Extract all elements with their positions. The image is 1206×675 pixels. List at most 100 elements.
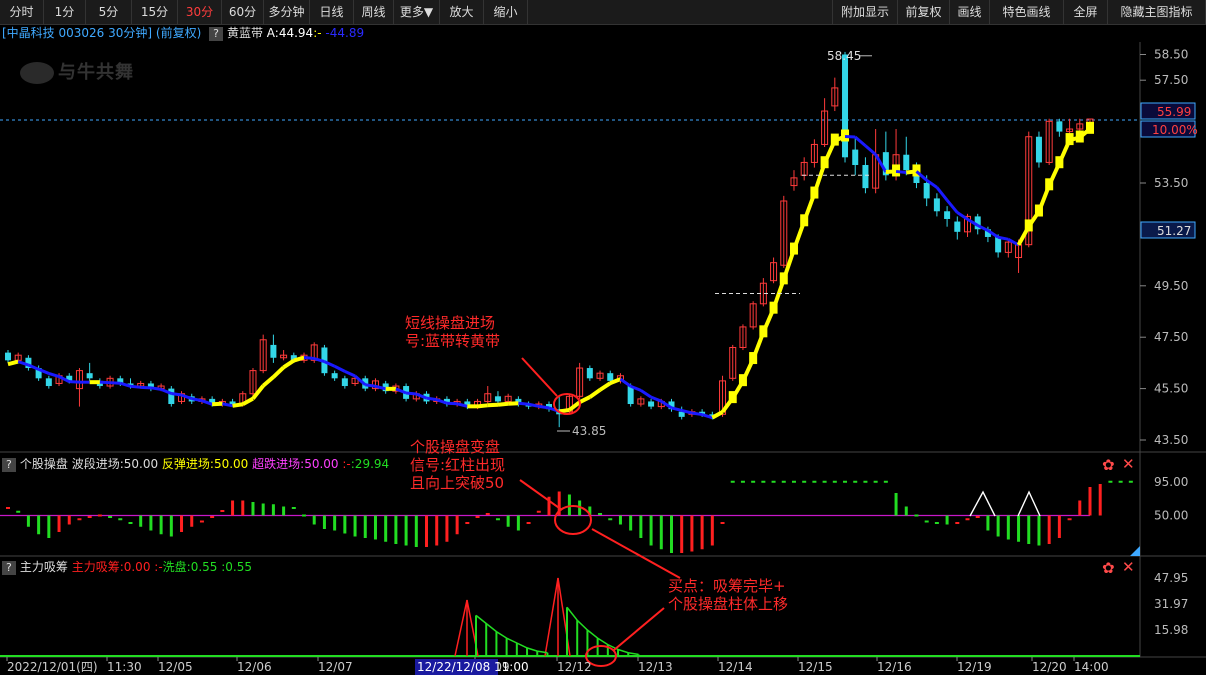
panel2-name: 个股操盘 (19, 457, 68, 471)
band-segment (130, 384, 141, 389)
band-segment (518, 401, 529, 406)
panel2-close-icon[interactable]: ✕ (1122, 455, 1135, 473)
xaxis-label: 2022/12/01(四) (7, 660, 98, 674)
band-segment (598, 381, 612, 392)
annotation-entry-signal: 短线操盘进场 号:蓝带转黄带 (405, 314, 501, 350)
current-price-label: 55.99 (1157, 105, 1191, 119)
band-segment (405, 391, 417, 396)
panel2-bar (26, 515, 30, 527)
panel2-bar (894, 493, 898, 516)
band-segment (272, 365, 285, 379)
candle-body-down (923, 183, 930, 199)
band-segment (650, 395, 662, 403)
price-tick-label: 49.50 (1154, 279, 1188, 293)
price-tick-label: 57.50 (1154, 73, 1188, 87)
price-tick-label: 47.50 (1154, 330, 1188, 344)
xaxis-label: 12/20 (1032, 660, 1067, 674)
band-segment (935, 186, 949, 202)
xaxis-label: 12/06 (237, 660, 272, 674)
band-segment (222, 402, 233, 408)
signal-ellipse (554, 505, 592, 535)
price-tick-label: 58.50 (1154, 48, 1188, 62)
candle-body-down (341, 378, 348, 387)
candle-body-down (944, 211, 951, 219)
xaxis-label: 12/14 (718, 660, 753, 674)
xaxis-label: 12/19 (957, 660, 992, 674)
panel2-wave-entry: 波段进场:50.00 (71, 457, 159, 471)
panel2-bar (904, 506, 908, 516)
panel2-bar (57, 515, 61, 532)
panel3-help-icon[interactable]: ? (2, 561, 16, 575)
panel3-value: :0.55 (221, 560, 253, 574)
candle-body-down (903, 154, 910, 171)
panel2-bar (629, 515, 633, 531)
band-segment (588, 388, 602, 399)
panel2-bar (649, 515, 653, 546)
candle-body-down (331, 373, 338, 379)
panel2-rebound-entry: 反弹进场:50.00 (161, 457, 249, 471)
band-segment (487, 402, 499, 408)
xaxis-label: 14:00 (1074, 660, 1109, 674)
watermark-logo: 与牛共舞 (20, 58, 134, 84)
panel2-dash: :- (342, 457, 351, 471)
panel2-bar (261, 503, 265, 516)
panel3-dash: :- (154, 560, 163, 574)
band-segment (578, 395, 591, 405)
candle-body-down (5, 352, 11, 361)
panel2-bar (231, 500, 235, 516)
price-tick-label: 53.50 (1154, 176, 1188, 190)
annotation-arrow (591, 528, 681, 579)
panel3-close-icon[interactable]: ✕ (1122, 558, 1135, 576)
panel2-bar (353, 515, 357, 537)
panel2-bar (37, 515, 41, 535)
band-segment (140, 385, 151, 390)
band-segment (261, 375, 275, 388)
panel2-peak (1017, 490, 1041, 517)
panel3-tick: 47.95 (1154, 571, 1188, 585)
resize-corner-icon (1130, 546, 1140, 556)
panel2-bar (1098, 484, 1102, 516)
panel3-tick: 31.97 (1154, 597, 1188, 611)
band-segment (640, 389, 652, 399)
annotation-arrow (519, 479, 563, 511)
band-segment (241, 396, 254, 407)
panel2-bar (506, 515, 510, 527)
band-segment (477, 403, 488, 409)
panel3-settings-icon[interactable]: ✿ (1102, 559, 1115, 577)
band-segment (945, 199, 959, 214)
panel2-bar (271, 504, 275, 516)
band-segment (895, 169, 907, 174)
panel2-bar (180, 515, 184, 532)
band-segment (671, 406, 683, 412)
candle-body-down (45, 378, 52, 387)
panel2-bar (190, 515, 194, 527)
price-tick-label: 45.50 (1154, 382, 1188, 396)
panel2-bar (1017, 515, 1021, 542)
band-segment (27, 363, 40, 371)
candle-body-down (648, 401, 655, 407)
panel2-bar (282, 506, 286, 516)
bull-logo-icon (20, 62, 54, 84)
candle-body-down (862, 165, 869, 189)
panel2-value: :29.94 (350, 457, 390, 471)
band-segment (99, 380, 111, 385)
band-block (1086, 121, 1094, 134)
panel2-bar (149, 515, 153, 531)
panel2-tick: 50.00 (1154, 509, 1188, 523)
candle-body-down (86, 373, 93, 379)
band-segment (426, 396, 437, 402)
panel2-bar (241, 500, 245, 516)
band-segment (171, 391, 182, 397)
band-segment (619, 377, 632, 388)
panel2-help-icon[interactable]: ? (2, 458, 16, 472)
annotation-buy-point: 买点：吸筹完毕+ 个股操盘柱体上移 (668, 577, 789, 613)
band-segment (956, 211, 969, 221)
band-segment (69, 380, 80, 384)
panel2-bar (945, 515, 949, 525)
panel2-bar (394, 515, 398, 544)
panel2-bar (618, 515, 622, 525)
panel2-settings-icon[interactable]: ✿ (1102, 456, 1115, 474)
panel2-bar (1027, 515, 1031, 544)
panel2-bar (639, 515, 643, 538)
panel3-tick: 15.98 (1154, 623, 1188, 637)
